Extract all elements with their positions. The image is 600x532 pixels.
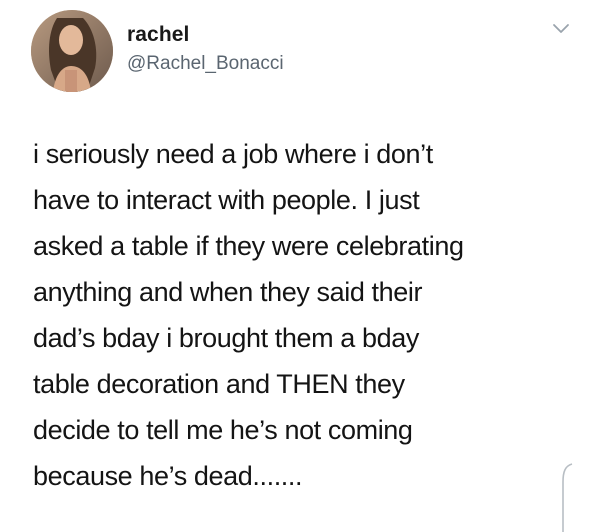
avatar[interactable] <box>31 10 113 92</box>
user-info: rachel @Rachel_Bonacci <box>127 22 284 76</box>
tweet-text: i seriously need a job where i don’t hav… <box>33 139 464 491</box>
tweet-card: rachel @Rachel_Bonacci i seriously need … <box>0 0 600 532</box>
user-handle[interactable]: @Rachel_Bonacci <box>127 52 284 76</box>
chevron-down-icon[interactable] <box>552 22 570 36</box>
profile-photo-image <box>31 10 113 92</box>
display-name[interactable]: rachel <box>127 22 284 48</box>
scroll-edge-mark <box>560 462 574 532</box>
